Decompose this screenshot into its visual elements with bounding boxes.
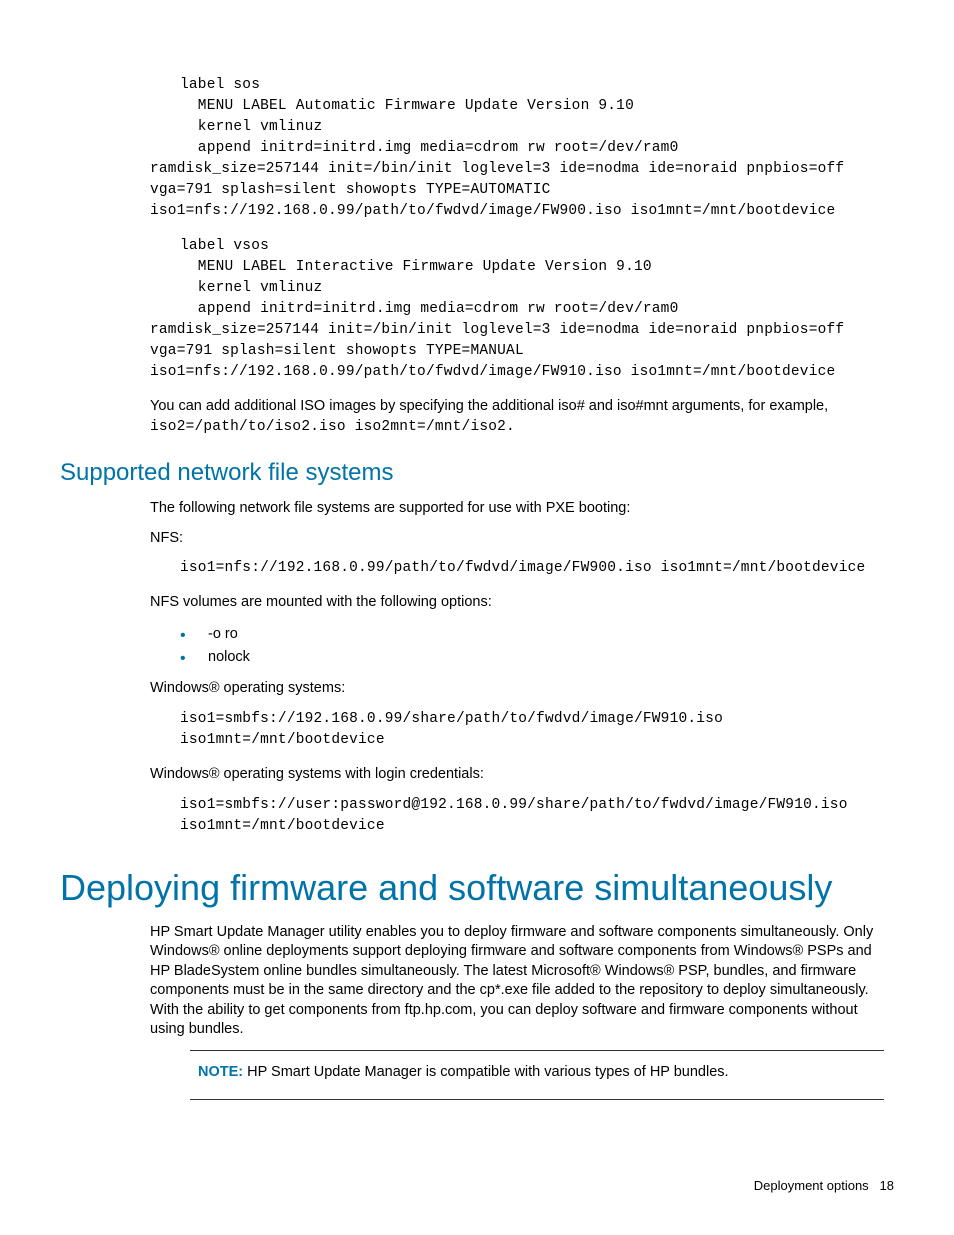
code-label-vsos: label vsos MENU LABEL Interactive Firmwa… [180,236,884,320]
page-footer: Deployment options 18 [754,1178,894,1193]
para-additional-iso: You can add additional ISO images by spe… [150,397,884,437]
code-smbfs: iso1=smbfs://192.168.0.99/share/path/to/… [180,709,884,751]
code-label-sos-cont: ramdisk_size=257144 init=/bin/init logle… [150,159,884,222]
para-nfs-label: NFS: [150,529,884,549]
list-item: nolock [180,646,884,669]
list-item: -o ro [180,623,884,646]
footer-page-number: 18 [880,1178,894,1193]
code-label-sos: label sos MENU LABEL Automatic Firmware … [180,75,884,159]
code-nfs: iso1=nfs://192.168.0.99/path/to/fwdvd/im… [180,558,884,579]
para-additional-iso-text: You can add additional ISO images by spe… [150,398,828,414]
section-nfs: The following network file systems are s… [150,499,884,836]
para-windows-creds: Windows® operating systems with login cr… [150,765,884,785]
para-nfs-intro: The following network file systems are s… [150,499,884,519]
code-smbfs-creds: iso1=smbfs://user:password@192.168.0.99/… [180,795,884,837]
list-nfs-options: -o ro nolock [180,623,884,669]
code-label-vsos-cont: ramdisk_size=257144 init=/bin/init logle… [150,320,884,383]
section-deploying: HP Smart Update Manager utility enables … [150,923,884,1100]
para-additional-iso-code: iso2=/path/to/iso2.iso iso2mnt=/mnt/iso2… [150,419,515,435]
note-box: NOTE: HP Smart Update Manager is compati… [190,1050,884,1100]
page-content: label sos MENU LABEL Automatic Firmware … [150,75,884,437]
note-text: HP Smart Update Manager is compatible wi… [243,1064,728,1080]
para-windows-os: Windows® operating systems: [150,679,884,699]
note-label: NOTE: [198,1064,243,1080]
para-deploying: HP Smart Update Manager utility enables … [150,923,884,1040]
footer-section: Deployment options [754,1178,869,1193]
heading-supported-nfs: Supported network file systems [60,459,894,487]
heading-deploying: Deploying firmware and software simultan… [60,867,894,909]
para-nfs-options: NFS volumes are mounted with the followi… [150,593,884,613]
